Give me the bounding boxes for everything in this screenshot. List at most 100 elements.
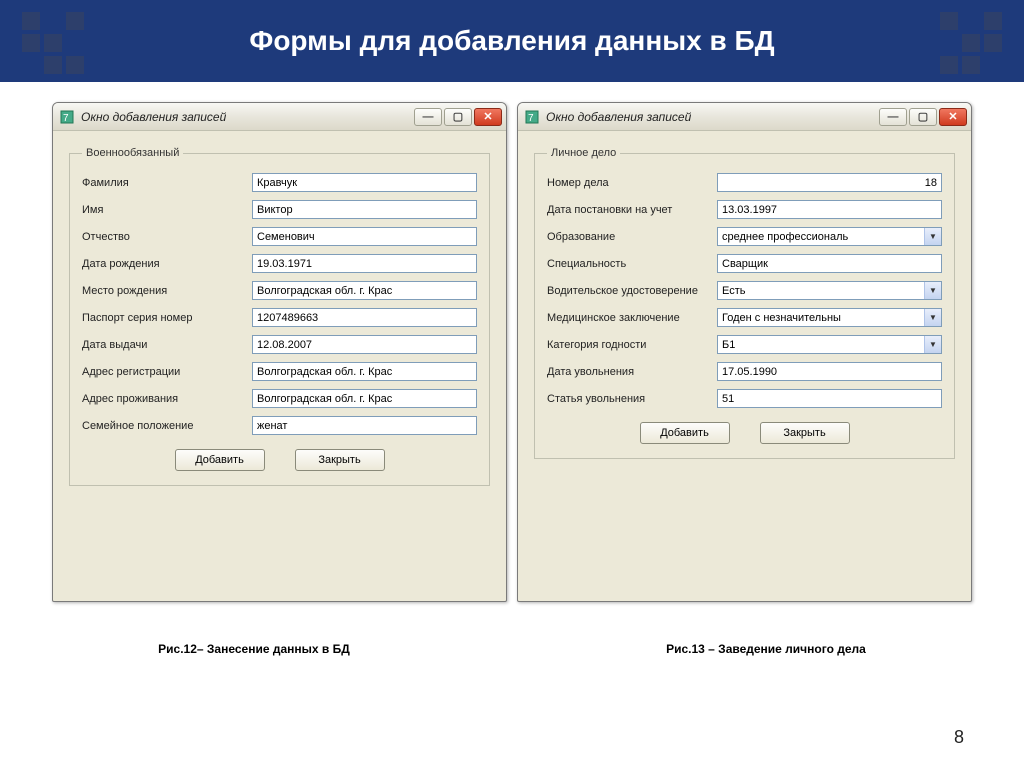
field-label: Номер дела <box>547 177 717 189</box>
groupbox-personal-file: Личное дело Номер дела18Дата постановки … <box>534 147 955 459</box>
field-label: Дата постановки на учет <box>547 204 717 216</box>
form-row: Отчество Семенович <box>82 227 477 246</box>
field-value: Кравчук <box>257 177 297 189</box>
field-label: Специальность <box>547 258 717 270</box>
form-row: Образование среднее профессиональ ▼ <box>547 227 942 246</box>
military-field-0[interactable]: Кравчук <box>252 173 477 192</box>
caption-right: Рис.13 – Заведение личного дела <box>666 642 866 656</box>
svg-text:7: 7 <box>63 113 69 124</box>
titlebar[interactable]: 7 Окно добавления записей — ▢ ✕ <box>518 103 971 131</box>
field-label: Отчество <box>82 231 252 243</box>
form-row: Адрес регистрации Волгоградская обл. г. К… <box>82 362 477 381</box>
window-add-records-right: 7 Окно добавления записей — ▢ ✕ Личное д… <box>517 102 972 602</box>
form-row: Дата постановки на учет 13.03.1997 <box>547 200 942 219</box>
field-value: Волгоградская обл. г. Крас <box>257 285 392 297</box>
military-field-4[interactable]: Волгоградская обл. г. Крас <box>252 281 477 300</box>
field-value: 19.03.1971 <box>257 258 312 270</box>
form-row: ФамилияКравчук <box>82 173 477 192</box>
page-number: 8 <box>954 727 964 748</box>
dropdown-arrow-icon[interactable]: ▼ <box>924 282 941 299</box>
close-form-button[interactable]: Закрыть <box>295 449 385 471</box>
personal-field-8[interactable]: 51 <box>717 389 942 408</box>
field-label: Дата выдачи <box>82 339 252 351</box>
field-value: 17.05.1990 <box>722 366 777 378</box>
military-field-1[interactable]: Виктор <box>252 200 477 219</box>
field-label: Адрес проживания <box>82 393 252 405</box>
field-value: 51 <box>722 393 734 405</box>
personal-field-0[interactable]: 18 <box>717 173 942 192</box>
field-value: Волгоградская обл. г. Крас <box>257 366 392 378</box>
military-field-7[interactable]: Волгоградская обл. г. Крас <box>252 362 477 381</box>
military-field-3[interactable]: 19.03.1971 <box>252 254 477 273</box>
groupbox-legend: Личное дело <box>547 147 620 159</box>
field-label: Образование <box>547 231 717 243</box>
field-label: Водительское удостоверение <box>547 285 717 297</box>
field-value: Семенович <box>257 231 315 243</box>
maximize-button[interactable]: ▢ <box>909 108 937 126</box>
personal-field-7[interactable]: 17.05.1990 <box>717 362 942 381</box>
dropdown-arrow-icon[interactable]: ▼ <box>924 309 941 326</box>
military-field-6[interactable]: 12.08.2007 <box>252 335 477 354</box>
app-icon: 7 <box>524 109 540 125</box>
close-form-button[interactable]: Закрыть <box>760 422 850 444</box>
field-value: среднее профессиональ <box>722 231 848 243</box>
window-title: Окно добавления записей <box>81 110 414 124</box>
slide-title: Формы для добавления данных в БД <box>249 25 774 57</box>
field-label: Имя <box>82 204 252 216</box>
military-field-9[interactable]: женат <box>252 416 477 435</box>
personal-field-1[interactable]: 13.03.1997 <box>717 200 942 219</box>
personal-field-6[interactable]: Б1 ▼ <box>717 335 942 354</box>
military-field-5[interactable]: 1207489663 <box>252 308 477 327</box>
minimize-button[interactable]: — <box>414 108 442 126</box>
dropdown-arrow-icon[interactable]: ▼ <box>924 336 941 353</box>
field-label: Медицинское заключение <box>547 312 717 324</box>
field-value: 12.08.2007 <box>257 339 312 351</box>
add-button[interactable]: Добавить <box>640 422 730 444</box>
military-field-8[interactable]: Волгоградская обл. г. Крас <box>252 389 477 408</box>
field-label: Место рождения <box>82 285 252 297</box>
form-row: Статья увольнения 51 <box>547 389 942 408</box>
personal-field-5[interactable]: Годен с незначительны▼ <box>717 308 942 327</box>
field-label: Статья увольнения <box>547 393 717 405</box>
field-value: Сварщик <box>722 258 768 270</box>
field-label: Дата рождения <box>82 258 252 270</box>
slide-header: Формы для добавления данных в БД <box>0 0 1024 82</box>
dropdown-arrow-icon[interactable]: ▼ <box>924 228 941 245</box>
personal-field-2[interactable]: среднее профессиональ ▼ <box>717 227 942 246</box>
field-value: Виктор <box>257 204 293 216</box>
content-area: 7 Окно добавления записей — ▢ ✕ Военнооб… <box>0 82 1024 602</box>
personal-field-4[interactable]: Есть ▼ <box>717 281 942 300</box>
field-label: Адрес регистрации <box>82 366 252 378</box>
maximize-button[interactable]: ▢ <box>444 108 472 126</box>
field-value: 13.03.1997 <box>722 204 777 216</box>
form-row: Паспорт серия номер1207489663 <box>82 308 477 327</box>
field-value: женат <box>257 420 287 432</box>
deco-squares-right <box>940 12 1002 74</box>
close-button[interactable]: ✕ <box>474 108 502 126</box>
form-row: Категория годности Б1 ▼ <box>547 335 942 354</box>
personal-field-3[interactable]: Сварщик <box>717 254 942 273</box>
field-label: Паспорт серия номер <box>82 312 252 324</box>
caption-left: Рис.12– Занесение данных в БД <box>158 642 350 656</box>
deco-squares-left <box>22 12 84 74</box>
field-label: Категория годности <box>547 339 717 351</box>
field-label: Дата увольнения <box>547 366 717 378</box>
window-add-records-left: 7 Окно добавления записей — ▢ ✕ Военнооб… <box>52 102 507 602</box>
field-value: Есть <box>722 285 745 297</box>
military-field-2[interactable]: Семенович <box>252 227 477 246</box>
form-row: Дата увольнения 17.05.1990 <box>547 362 942 381</box>
form-row: Место рождения Волгоградская обл. г. Крас <box>82 281 477 300</box>
titlebar[interactable]: 7 Окно добавления записей — ▢ ✕ <box>53 103 506 131</box>
field-value: Волгоградская обл. г. Крас <box>257 393 392 405</box>
groupbox-military: Военнообязанный ФамилияКравчук Имя Виктор О… <box>69 147 490 486</box>
add-button[interactable]: Добавить <box>175 449 265 471</box>
form-row: Специальность Сварщик <box>547 254 942 273</box>
form-row: Номер дела18 <box>547 173 942 192</box>
minimize-button[interactable]: — <box>879 108 907 126</box>
field-value: Б1 <box>722 339 735 351</box>
close-button[interactable]: ✕ <box>939 108 967 126</box>
captions-row: Рис.12– Занесение данных в БД Рис.13 – З… <box>0 642 1024 656</box>
form-row: Медицинское заключениеГоден с незначител… <box>547 308 942 327</box>
form-row: Имя Виктор <box>82 200 477 219</box>
groupbox-legend: Военнообязанный <box>82 147 183 159</box>
